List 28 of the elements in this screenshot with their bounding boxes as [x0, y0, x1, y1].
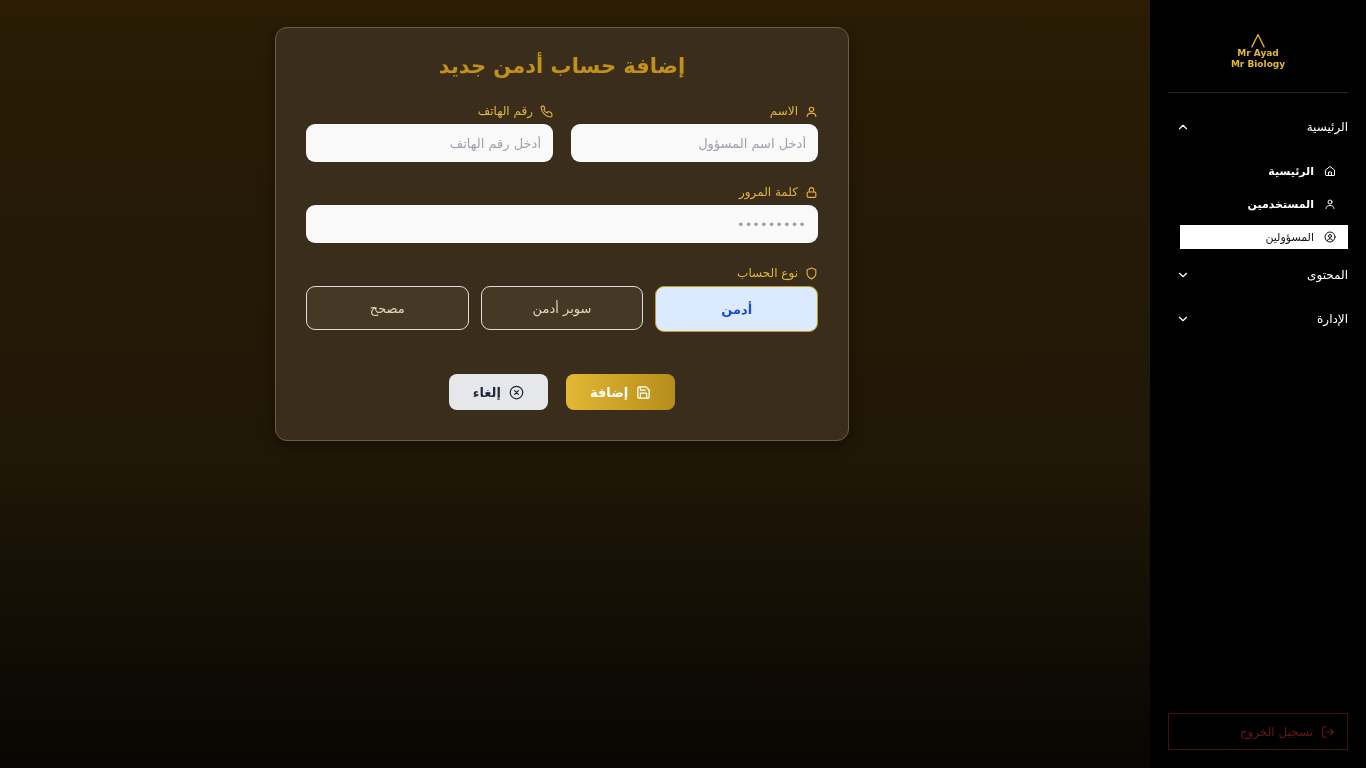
account-type-option[interactable]: أدمن — [655, 286, 818, 332]
shield-icon — [805, 266, 818, 280]
field-label: كلمة المرور — [739, 185, 798, 199]
account-type-option[interactable]: مصحح — [306, 286, 469, 330]
menu-item[interactable]: المسؤولين — [1180, 225, 1348, 249]
field-label: الاسم — [769, 104, 798, 118]
form-title: إضافة حساب أدمن جديد — [438, 54, 686, 78]
triangle-logo-icon — [1250, 34, 1266, 48]
logout-icon — [1321, 724, 1335, 739]
menu-item[interactable]: المستخدمين — [1180, 192, 1348, 216]
logo-text: Mr Ayad — [1237, 48, 1279, 59]
field-label: نوع الحساب — [737, 266, 798, 280]
logo-text: Mr Biology — [1230, 59, 1286, 70]
password-field[interactable]: ••••••••• — [306, 205, 818, 243]
menu-group[interactable]: الإدارة — [1168, 309, 1348, 329]
menu-item[interactable]: الرئيسية — [1180, 159, 1348, 183]
account-type-option[interactable]: سوبر أدمن — [480, 286, 644, 330]
menu-group[interactable]: الرئيسية — [1168, 117, 1348, 137]
home-icon — [1324, 165, 1336, 177]
user-icon — [1324, 198, 1336, 210]
close-circle-icon — [508, 384, 524, 400]
menu-group[interactable]: المحتوى — [1168, 265, 1348, 285]
user-icon — [805, 104, 818, 118]
cancel-button[interactable]: إلغاء — [448, 374, 548, 410]
field-label: رقم الهاتف — [477, 104, 533, 118]
user-circle-icon — [1324, 231, 1336, 243]
phone-icon — [540, 104, 553, 118]
lock-icon — [805, 185, 818, 199]
